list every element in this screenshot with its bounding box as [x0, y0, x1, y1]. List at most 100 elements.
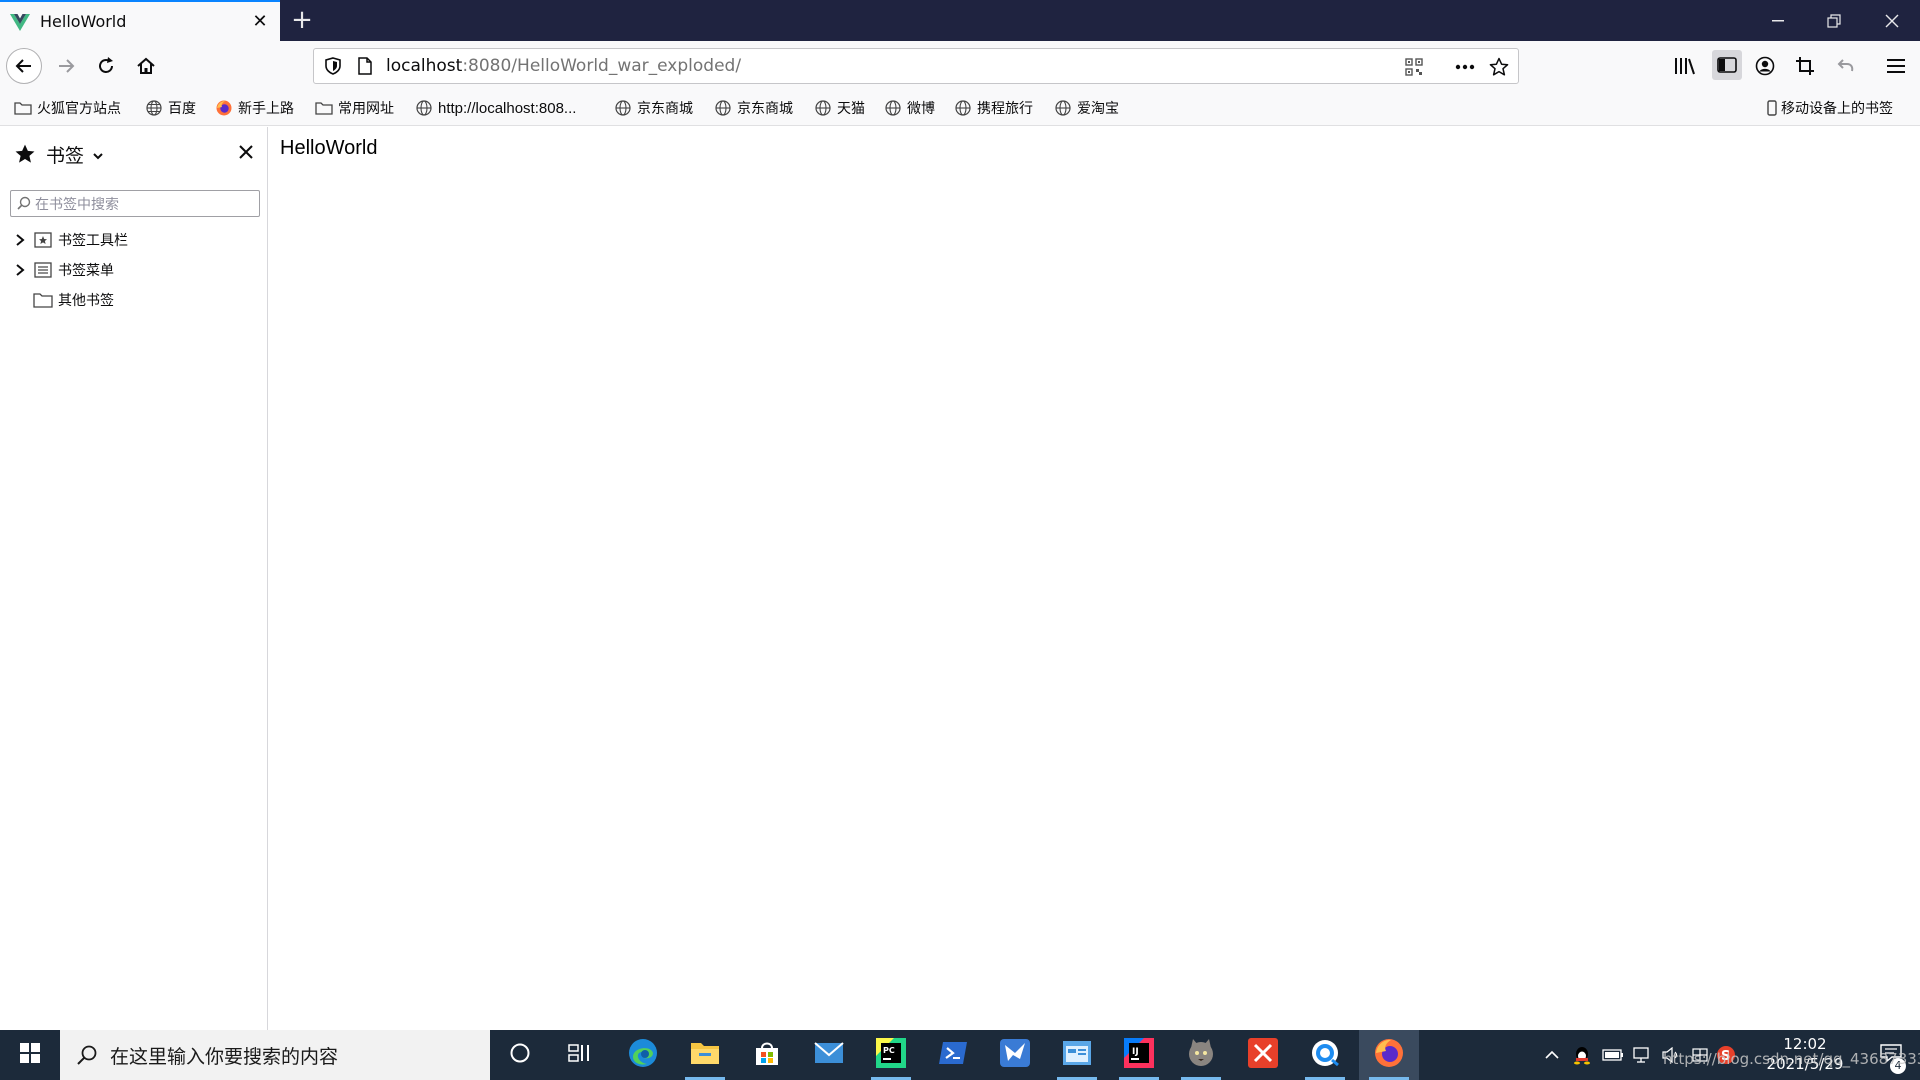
page-content: HelloWorld: [269, 127, 1920, 1030]
sidebar-item-label: 书签菜单: [58, 263, 114, 279]
tracking-protection-shield-icon[interactable]: [322, 57, 344, 75]
taskbar-app-file-explorer[interactable]: [675, 1030, 735, 1080]
screenshot-crop-icon[interactable]: [1793, 55, 1817, 77]
bookmark-item[interactable]: 京东商城: [614, 98, 693, 118]
bookmark-label: 携程旅行: [977, 101, 1033, 117]
bookmark-label: http://localhost:808...: [438, 99, 577, 117]
navigation-toolbar: localhost:8080/HelloWorld_war_exploded/: [0, 41, 1920, 90]
network-icon[interactable]: [1630, 1030, 1656, 1080]
firefox-icon: [215, 99, 233, 117]
taskbar-app-control-panel[interactable]: [1047, 1030, 1107, 1080]
globe-icon: [814, 99, 832, 117]
start-button[interactable]: [0, 1030, 60, 1080]
new-tab-button[interactable]: +: [288, 6, 316, 34]
bookmark-item[interactable]: 携程旅行: [954, 98, 1033, 118]
forward-button[interactable]: [48, 48, 84, 84]
windows-logo-icon: [20, 1043, 40, 1067]
search-icon: [17, 196, 31, 214]
taskbar-app-tomcat[interactable]: [1171, 1030, 1231, 1080]
qr-code-icon[interactable]: [1404, 57, 1424, 77]
undo-icon[interactable]: [1833, 55, 1857, 77]
menu-hamburger-icon[interactable]: [1884, 55, 1908, 77]
xmind-icon: [1248, 1038, 1278, 1072]
page-info-icon[interactable]: [358, 57, 376, 75]
search-placeholder: 在书签中搜索: [35, 196, 119, 213]
library-icon[interactable]: [1673, 55, 1697, 77]
bookmark-search-input[interactable]: 在书签中搜索: [10, 190, 260, 217]
bookmark-item[interactable]: 火狐官方站点: [14, 98, 121, 118]
chevron-down-icon[interactable]: [92, 147, 104, 165]
store-bag-icon: [753, 1039, 781, 1071]
qq-browser-icon: [1310, 1038, 1340, 1072]
folder-icon: [14, 99, 32, 117]
sidebar-item-other-bookmarks[interactable]: 其他书签: [10, 288, 260, 312]
minimize-icon[interactable]: [1750, 0, 1806, 41]
mobile-bookmarks-label: 移动设备上的书签: [1781, 101, 1893, 117]
sidebar-item-bookmarks-menu[interactable]: 书签菜单: [10, 258, 260, 282]
globe-icon: [884, 99, 902, 117]
reload-button[interactable]: [88, 48, 124, 84]
back-button[interactable]: [6, 48, 42, 84]
battery-icon[interactable]: [1600, 1030, 1626, 1080]
bookmarks-toolbar-icon: [32, 230, 54, 250]
folder-icon: [690, 1040, 720, 1070]
bookmark-star-icon[interactable]: [1489, 57, 1509, 77]
sidebar-toggle-icon[interactable]: [1712, 50, 1742, 80]
taskbar-app-pycharm[interactable]: PC: [861, 1030, 921, 1080]
bookmark-item[interactable]: 新手上路: [215, 98, 294, 118]
bookmark-label: 新手上路: [238, 101, 294, 117]
taskbar-app-xmind[interactable]: [1233, 1030, 1293, 1080]
tray-qq-icon[interactable]: [1570, 1030, 1594, 1080]
mail-icon: [814, 1042, 844, 1068]
sidebar-title[interactable]: 书签: [46, 141, 84, 168]
folder-icon: [315, 99, 333, 117]
taskbar-search-box[interactable]: 在这里输入你要搜索的内容: [60, 1030, 490, 1080]
restore-icon[interactable]: [1806, 0, 1862, 41]
control-panel-icon: [1062, 1040, 1092, 1070]
cortana-button[interactable]: [490, 1030, 550, 1080]
intellij-icon: IJ: [1124, 1038, 1154, 1072]
bookmark-item[interactable]: 天猫: [814, 98, 865, 118]
firefox-icon: [1374, 1038, 1404, 1072]
taskbar-app-messenger[interactable]: [985, 1030, 1045, 1080]
bookmark-item[interactable]: 京东商城: [714, 98, 793, 118]
show-hidden-icons-chevron-icon[interactable]: [1540, 1030, 1564, 1080]
bookmark-item[interactable]: http://localhost:808...: [415, 98, 576, 118]
chevron-right-icon[interactable]: [10, 230, 30, 250]
tab-helloworld[interactable]: HelloWorld ✕: [0, 0, 280, 41]
cortana-circle-icon: [509, 1042, 531, 1068]
account-icon[interactable]: [1753, 55, 1777, 77]
bookmark-item[interactable]: 微博: [884, 98, 935, 118]
bookmarks-sidebar: 书签 在书签中搜索 书签工具栏 书签菜单 其他书签: [0, 127, 268, 1030]
bookmark-label: 微博: [907, 101, 935, 117]
tab-title: HelloWorld: [40, 12, 127, 31]
bookmark-item[interactable]: 百度: [145, 98, 196, 118]
url-bar[interactable]: localhost:8080/HelloWorld_war_exploded/: [313, 48, 1519, 84]
taskbar-app-edge[interactable]: [613, 1030, 673, 1080]
mobile-bookmarks[interactable]: 移动设备上的书签: [1766, 98, 1893, 118]
page-actions-icon[interactable]: [1455, 57, 1475, 77]
close-window-icon[interactable]: [1864, 0, 1920, 41]
taskbar-app-powershell[interactable]: [923, 1030, 983, 1080]
bookmark-item[interactable]: 爱淘宝: [1054, 98, 1119, 118]
taskbar-app-qq-browser[interactable]: [1295, 1030, 1355, 1080]
cat-icon: [1186, 1038, 1216, 1072]
bookmark-label: 天猫: [837, 101, 865, 117]
close-tab-icon[interactable]: ✕: [250, 11, 270, 32]
home-button[interactable]: [128, 48, 164, 84]
bookmark-label: 爱淘宝: [1077, 101, 1119, 117]
sidebar-item-bookmarks-toolbar[interactable]: 书签工具栏: [10, 228, 260, 252]
star-icon: [14, 143, 36, 169]
taskbar-app-store[interactable]: [737, 1030, 797, 1080]
taskbar-search-placeholder: 在这里输入你要搜索的内容: [110, 1045, 339, 1068]
close-sidebar-icon[interactable]: [238, 144, 254, 164]
taskbar-app-mail[interactable]: [799, 1030, 859, 1080]
task-view-button[interactable]: [550, 1030, 610, 1080]
chevron-right-icon[interactable]: [10, 260, 30, 280]
bookmark-item[interactable]: 常用网址: [315, 98, 394, 118]
search-icon: [76, 1044, 98, 1071]
taskbar-app-firefox[interactable]: [1359, 1030, 1419, 1080]
taskbar-app-intellij[interactable]: IJ: [1109, 1030, 1169, 1080]
folder-icon: [32, 290, 54, 310]
watermark-text: https://blog.csdn.net/qq_43687333: [1663, 1050, 1920, 1068]
